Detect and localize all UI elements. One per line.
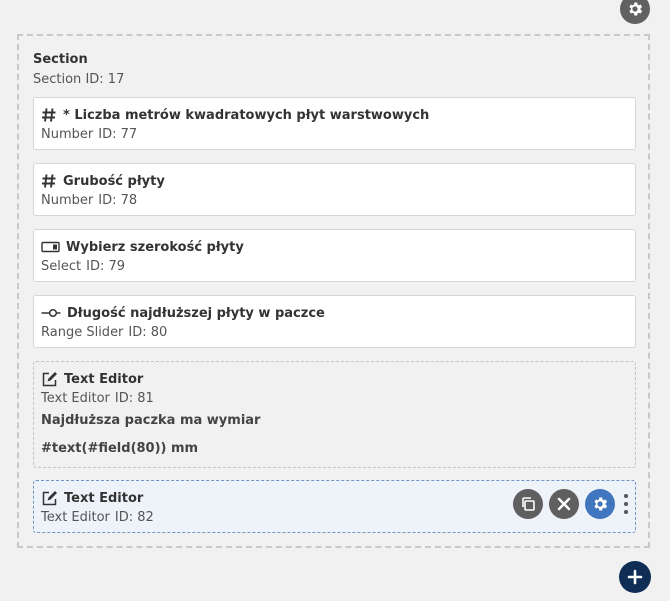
hash-icon [41, 173, 57, 189]
duplicate-button[interactable] [513, 489, 543, 519]
field-type-label: Text Editor [41, 391, 110, 406]
field-id-label: ID: 81 [114, 391, 154, 406]
range-slider-icon [41, 307, 61, 319]
field-id-label: ID: 79 [86, 259, 126, 274]
field-title: Text Editor [64, 490, 144, 506]
section-id-label: ID: 17 [85, 72, 125, 87]
field-card-text-editor-81[interactable]: Text Editor Text Editor ID: 81 Najdłuższa… [33, 361, 636, 468]
field-title: Wybierz szerokość płyty [66, 239, 244, 255]
field-id-label: ID: 80 [128, 325, 168, 340]
field-actions [513, 489, 631, 519]
field-type-label: Number [41, 193, 94, 208]
text-editor-content-line: #text(#field(80)) mm [41, 441, 199, 456]
section-container[interactable]: Section Section ID: 17 * Liczba metrów k… [17, 34, 650, 548]
section-type-label: Section [33, 72, 82, 87]
text-editor-content-line: Najdłuższa paczka ma wymiar [41, 413, 261, 428]
field-type-label: Text Editor [41, 510, 110, 525]
hash-icon [41, 107, 57, 123]
field-type-label: Select [41, 259, 82, 274]
remove-button[interactable] [549, 489, 579, 519]
add-field-button[interactable] [619, 561, 651, 593]
edit-icon [41, 490, 58, 507]
field-card-select-79[interactable]: Wybierz szerokość płyty Select ID: 79 [33, 229, 636, 282]
field-id-label: ID: 78 [98, 193, 138, 208]
field-title: Grubość płyty [63, 173, 165, 189]
edit-icon [41, 371, 58, 388]
section-title: Section [33, 52, 88, 67]
field-settings-button[interactable] [585, 489, 615, 519]
field-title: Długość najdłuższej płyty w paczce [67, 305, 325, 321]
section-settings-button[interactable] [620, 0, 650, 24]
kebab-menu-icon[interactable] [621, 489, 631, 519]
close-icon [557, 497, 571, 511]
field-card-range-slider-80[interactable]: Długość najdłuższej płyty w paczce Range… [33, 295, 636, 348]
field-type-label: Range Slider [41, 325, 124, 340]
field-card-text-editor-82[interactable]: Text Editor Text Editor ID: 82 [33, 480, 636, 533]
duplicate-icon [520, 496, 536, 512]
plus-icon [627, 569, 643, 585]
field-id-label: ID: 82 [114, 510, 154, 525]
section-id-line: Section ID: 17 [33, 72, 124, 87]
gear-icon [626, 0, 644, 18]
gear-icon [591, 495, 609, 513]
field-type-label: Number [41, 127, 94, 142]
select-icon [41, 241, 60, 253]
field-card-number-78[interactable]: Grubość płyty Number ID: 78 [33, 163, 636, 216]
field-title: Text Editor [64, 371, 144, 387]
field-card-number-77[interactable]: * Liczba metrów kwadratowych płyt warstw… [33, 97, 636, 150]
field-id-label: ID: 77 [98, 127, 138, 142]
field-title: * Liczba metrów kwadratowych płyt warstw… [63, 107, 430, 123]
